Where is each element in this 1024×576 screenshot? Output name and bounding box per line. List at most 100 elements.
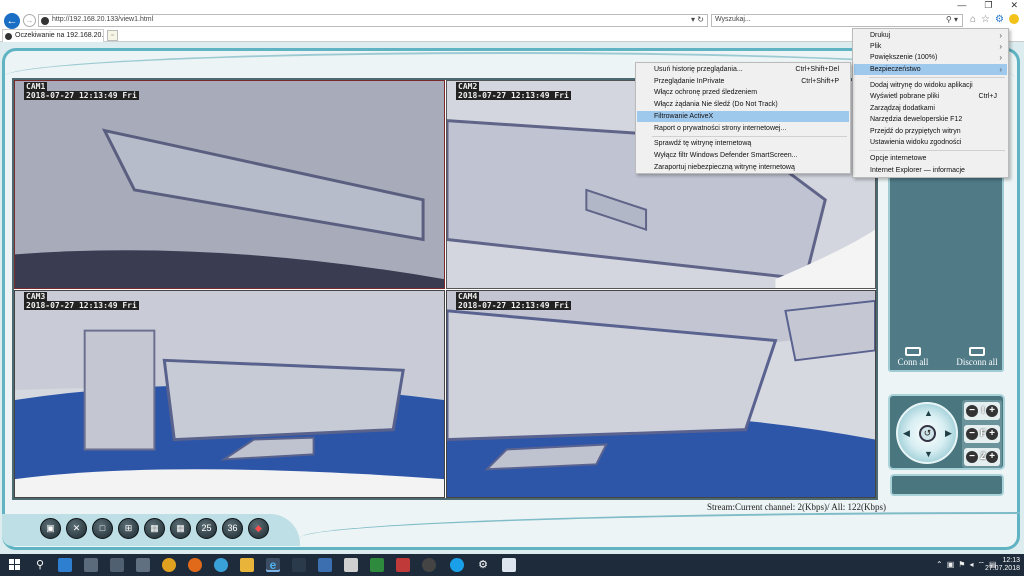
file-explorer-icon[interactable] [240,558,254,572]
menu-item-label: Dodaj witrynę do widoku aplikacji [870,82,973,89]
settings-tools-icon[interactable]: ✕ [66,518,87,539]
zoom-plus-button[interactable]: + [986,451,998,463]
ptz-direction-dial[interactable]: ▲ ▼ ◀ ▶ ↺ [896,402,958,464]
volume-icon[interactable]: ◂ [969,560,973,570]
app-icon[interactable] [58,558,72,572]
app-icon[interactable] [214,558,228,572]
camera-view-3[interactable]: CAM3 2018-07-27 12:13:49 Fri [14,290,445,498]
menu-item-print[interactable]: Drukuj › [854,30,1007,41]
menu-item-check-site[interactable]: Sprawdź tę witrynę internetową [637,138,849,149]
app-icon[interactable] [422,558,436,572]
ptz-left-arrow-icon[interactable]: ◀ [903,429,910,438]
menu-separator [652,136,847,137]
tab-active[interactable]: Oczekiwanie na 192.168.20. [2,29,104,42]
app-icon[interactable] [344,558,358,572]
internet-explorer-icon[interactable]: e [266,558,280,572]
connect-all-button[interactable]: Conn all [888,347,938,371]
menu-item-about-ie[interactable]: Internet Explorer — informacje [854,165,1007,176]
menu-item-label: Wyświetl pobrane pliki [870,93,940,100]
layout-36-icon[interactable]: 36 [222,518,243,539]
layout-1-icon[interactable]: □ [92,518,113,539]
ptz-up-arrow-icon[interactable]: ▲ [924,409,933,418]
app-icon[interactable] [370,558,384,572]
device-list-panel[interactable] [888,172,1004,372]
flag-icon[interactable]: ⚑ [958,560,965,570]
search-icon[interactable]: ⚲ ▾ [946,15,958,24]
disconnect-icon [969,347,985,356]
minimize-icon[interactable]: — [957,0,966,11]
menu-item-smartscreen[interactable]: Wyłącz filtr Windows Defender SmartScree… [637,150,849,161]
menu-item-pinned-sites[interactable]: Przejdź do przypiętych witryn [854,126,1007,137]
forward-button[interactable]: → [23,14,36,27]
zoom-minus-button[interactable]: − [966,451,978,463]
app-icon[interactable] [318,558,332,572]
menu-item-label: Internet Explorer — informacje [870,167,965,174]
menu-item-addons[interactable]: Zarządzaj dodatkami [854,103,1007,114]
ptz-down-arrow-icon[interactable]: ▼ [924,450,933,459]
app-icon[interactable] [136,558,150,572]
app-icon[interactable] [502,558,516,572]
search-icon[interactable]: ⚲ [33,558,47,572]
settings-icon[interactable]: ⚙ [476,558,490,572]
network-icon[interactable]: ▣ [947,560,955,570]
camera-view-4[interactable]: CAM4 2018-07-27 12:13:49 Fri [446,290,876,498]
wifi-icon[interactable]: ⌔ [977,560,985,570]
chevron-up-icon[interactable]: ⌃ [936,560,943,570]
window-titlebar: — ❐ ✕ [0,0,1024,12]
app-icon[interactable] [396,558,410,572]
clock[interactable]: 12:13 27.07.2018 [985,557,1020,573]
iris-minus-button[interactable]: − [966,405,978,417]
menu-item-file[interactable]: Plik › [854,41,1007,52]
layout-9-icon[interactable]: ▦ [144,518,165,539]
focus-plus-button[interactable]: + [986,428,998,440]
menu-item-compat-view[interactable]: Ustawienia widoku zgodności [854,137,1007,148]
chrome-icon[interactable] [162,558,176,572]
app-icon[interactable] [110,558,124,572]
layout-4-icon[interactable]: ⊞ [118,518,139,539]
menu-item-privacy-report[interactable]: Raport o prywatności strony internetowej… [637,123,849,134]
video-record-icon[interactable]: ▣ [40,518,61,539]
new-tab-button[interactable]: ▫ [107,30,118,41]
search-input[interactable]: Wyszukaj... ⚲ ▾ [711,14,963,27]
smiley-icon[interactable] [1008,14,1019,24]
menu-item-internet-options[interactable]: Opcje internetowe [854,153,1007,164]
app-icon[interactable] [292,558,306,572]
menu-item-security[interactable]: Bezpieczeństwo › [854,64,1007,75]
ptz-right-arrow-icon[interactable]: ▶ [945,429,952,438]
close-icon[interactable]: ✕ [1010,0,1018,11]
start-icon[interactable] [9,559,21,571]
app-icon[interactable] [84,558,98,572]
menu-item-do-not-track[interactable]: Włącz żądania Nie śledź (Do Not Track) [637,99,849,110]
disconnect-all-button[interactable]: Disconn all [952,347,1002,371]
menu-item-inprivate[interactable]: Przeglądanie InPrivate Ctrl+Shift+P [637,76,849,87]
firefox-icon[interactable] [188,558,202,572]
layout-25-icon[interactable]: 25 [196,518,217,539]
menu-item-tracking-protection[interactable]: Włącz ochronę przed śledzeniem [637,87,849,98]
camera-2-name: CAM2 [456,82,480,91]
menu-item-downloads[interactable]: Wyświetl pobrane pliki Ctrl+J [854,91,1007,102]
menu-item-delete-history[interactable]: Usuń historię przeglądania... Ctrl+Shift+… [637,64,849,75]
address-bar-row: ← → http://192.168.20.133/view1.html ▾ ↻… [0,12,1024,29]
home-icon[interactable]: ⌂ [970,14,976,26]
address-field[interactable]: http://192.168.20.133/view1.html ▾ ↻ [38,14,708,27]
layout-16-icon[interactable]: ▦ [170,518,191,539]
refresh-icon[interactable]: ▾ ↻ [691,15,704,24]
iris-plus-button[interactable]: + [986,405,998,417]
star-icon[interactable]: ☆ [981,14,990,26]
gear-icon[interactable]: ⚙ [995,14,1004,26]
skype-icon[interactable] [450,558,464,572]
camera-2-timestamp: 2018-07-27 12:13:49 Fri [456,91,571,100]
ptz-auto-icon[interactable]: ↺ [919,425,936,442]
camera-1-timestamp: 2018-07-27 12:13:49 Fri [24,91,139,100]
menu-item-report-unsafe[interactable]: Zaraportuj niebezpieczną witrynę interne… [637,162,849,173]
menu-item-zoom[interactable]: Powiększenie (100%) › [854,52,1007,63]
focus-minus-button[interactable]: − [966,428,978,440]
menu-item-activex-filtering[interactable]: Filtrowanie ActiveX [637,111,849,122]
menu-item-dev-tools[interactable]: Narzędzia deweloperskie F12 [854,114,1007,125]
restore-icon[interactable]: ❐ [984,0,992,11]
audio-icon[interactable]: ◆ [248,518,269,539]
camera-view-1[interactable]: CAM1 2018-07-27 12:13:49 Fri [14,80,445,289]
menu-item-label: Wyłącz filtr Windows Defender SmartScree… [654,152,798,159]
back-button[interactable]: ← [4,13,20,29]
menu-item-add-site-apps[interactable]: Dodaj witrynę do widoku aplikacji [854,80,1007,91]
